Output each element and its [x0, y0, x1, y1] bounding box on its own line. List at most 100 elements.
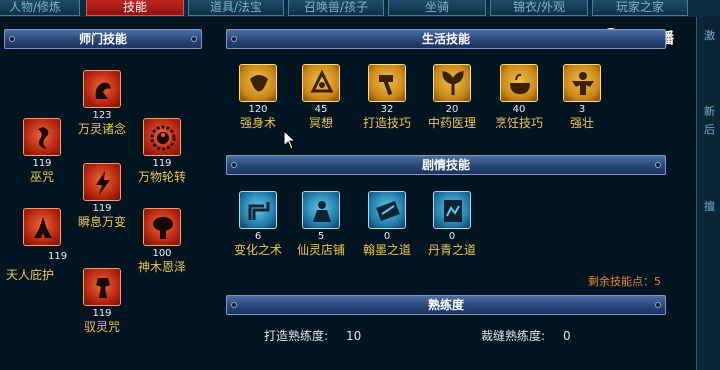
sacred-tree-icon	[143, 208, 181, 246]
skill-name: 变化之术	[233, 243, 282, 257]
skill-name: 强身术	[239, 116, 276, 130]
tab-bar: 人物/修炼 技能 道具/法宝 召唤兽/孩子 坐骑 锦衣/外观 玩家之家	[0, 0, 720, 17]
skill-name: 翰墨之道	[362, 243, 411, 257]
spirit-shop-icon	[302, 191, 340, 229]
school-skill[interactable]: 100 神木恩泽	[132, 208, 192, 275]
school-skill[interactable]: 119	[12, 208, 72, 262]
skill-name: 烹饪技巧	[494, 116, 543, 130]
skill-name: 万灵诸念	[77, 122, 126, 136]
skill-level: 119	[48, 251, 68, 262]
yin-yang-wheel-icon	[143, 118, 181, 156]
skill-level: 6	[254, 231, 262, 242]
skill-level: 5	[317, 231, 325, 242]
skill-level: 119	[152, 158, 172, 169]
header-dot-icon	[655, 302, 661, 308]
life-skill[interactable]: 3 强壮	[552, 64, 612, 131]
skill-name: 天人庇护	[6, 268, 55, 282]
school-skill[interactable]: 119 万物轮转	[132, 118, 192, 185]
spirit-seal-icon	[83, 268, 121, 306]
meditation-icon	[302, 64, 340, 102]
skill-name: 强壮	[569, 116, 594, 130]
skill-name: 驭灵咒	[83, 320, 120, 334]
skill-level: 100	[152, 248, 172, 259]
skill-name: 万物轮转	[137, 170, 186, 184]
strong-muscle-icon	[563, 64, 601, 102]
header-dot-icon	[191, 36, 197, 42]
skill-level: 119	[32, 158, 52, 169]
forge-proficiency-value: 10	[346, 329, 362, 343]
tab-items[interactable]: 道具/法宝	[188, 0, 284, 16]
header-dot-icon	[9, 36, 15, 42]
skill-name: 瞬息万变	[77, 215, 126, 229]
skill-level: 45	[314, 104, 328, 115]
school-skill[interactable]: 119 瞬息万变	[72, 163, 132, 230]
tailor-proficiency: 裁缝熟练度: 0	[481, 327, 571, 344]
skill-level: 119	[92, 308, 112, 319]
skill-level: 32	[380, 104, 394, 115]
remaining-skill-points: 剩余技能点：5	[588, 275, 661, 288]
side-panel-char: 新	[704, 105, 715, 118]
skill-name: 神木恩泽	[137, 260, 186, 274]
skill-level: 20	[445, 104, 459, 115]
curse-swirl-icon	[23, 118, 61, 156]
praying-hands-icon	[23, 208, 61, 246]
skill-level: 119	[92, 203, 112, 214]
skill-name: 打造技巧	[362, 116, 411, 130]
skill-name: 丹青之道	[427, 243, 476, 257]
side-panel-edge[interactable]: 激 新 后 擅	[696, 17, 720, 370]
tab-appearance[interactable]: 锦衣/外观	[490, 0, 588, 16]
life-skill[interactable]: 40 烹饪技巧	[489, 64, 549, 131]
monkey-spirit-icon	[83, 70, 121, 108]
skill-name: 冥想	[308, 116, 333, 130]
story-skill[interactable]: 6 变化之术	[228, 191, 288, 258]
life-skills-title: 生活技能	[421, 32, 470, 46]
story-skill[interactable]: 5 仙灵店铺	[291, 191, 351, 258]
life-skill[interactable]: 45 冥想	[291, 64, 351, 131]
skill-level: 123	[92, 110, 112, 121]
skill-name: 中药医理	[427, 116, 476, 130]
forge-proficiency: 打造熟练度: 10	[264, 327, 361, 344]
story-skill[interactable]: 0 丹青之道	[422, 191, 482, 258]
school-skills-title: 师门技能	[78, 32, 127, 46]
skill-level: 0	[383, 231, 391, 242]
side-panel-char: 擅	[704, 200, 715, 213]
tab-mount[interactable]: 坐骑	[388, 0, 486, 16]
ink-scroll-icon	[368, 191, 406, 229]
header-dot-icon	[655, 162, 661, 168]
life-skill[interactable]: 32 打造技巧	[357, 64, 417, 131]
skill-level: 120	[248, 104, 268, 115]
tab-home[interactable]: 玩家之家	[592, 0, 688, 16]
school-skill[interactable]: 123 万灵诸念	[72, 70, 132, 137]
herb-leaf-icon	[433, 64, 471, 102]
forging-hammer-icon	[368, 64, 406, 102]
school-skill[interactable]: 119 巫咒	[12, 118, 72, 185]
life-skills-header: 生活技能	[226, 29, 666, 49]
story-skill[interactable]: 0 翰墨之道	[357, 191, 417, 258]
story-skills-title: 剧情技能	[421, 158, 470, 172]
story-skills-header: 剧情技能	[226, 155, 666, 175]
tailor-proficiency-value: 0	[563, 329, 571, 343]
skill-level: 3	[578, 104, 586, 115]
side-panel-char: 激	[704, 29, 715, 42]
forge-proficiency-label: 打造熟练度:	[264, 329, 329, 343]
tailor-proficiency-label: 裁缝熟练度:	[481, 329, 546, 343]
strength-body-icon	[239, 64, 277, 102]
school-skill[interactable]: 119 驭灵咒	[72, 268, 132, 335]
mouse-cursor-icon	[283, 130, 297, 150]
school-skills-header: 师门技能	[4, 29, 202, 49]
lightning-icon	[83, 163, 121, 201]
proficiency-title: 熟练度	[427, 298, 464, 312]
life-skill[interactable]: 20 中药医理	[422, 64, 482, 131]
tab-character[interactable]: 人物/修炼	[0, 0, 80, 16]
tab-pets[interactable]: 召唤兽/孩子	[288, 0, 384, 16]
painting-scroll-icon	[433, 191, 471, 229]
tab-skills[interactable]: 技能	[86, 0, 184, 16]
header-dot-icon	[231, 162, 237, 168]
life-skill[interactable]: 120 强身术	[228, 64, 288, 131]
skill-level: 0	[448, 231, 456, 242]
cooking-pot-icon	[500, 64, 538, 102]
transformation-icon	[239, 191, 277, 229]
skill-level: 40	[512, 104, 526, 115]
header-dot-icon	[231, 302, 237, 308]
skill-name: 巫咒	[29, 170, 54, 184]
